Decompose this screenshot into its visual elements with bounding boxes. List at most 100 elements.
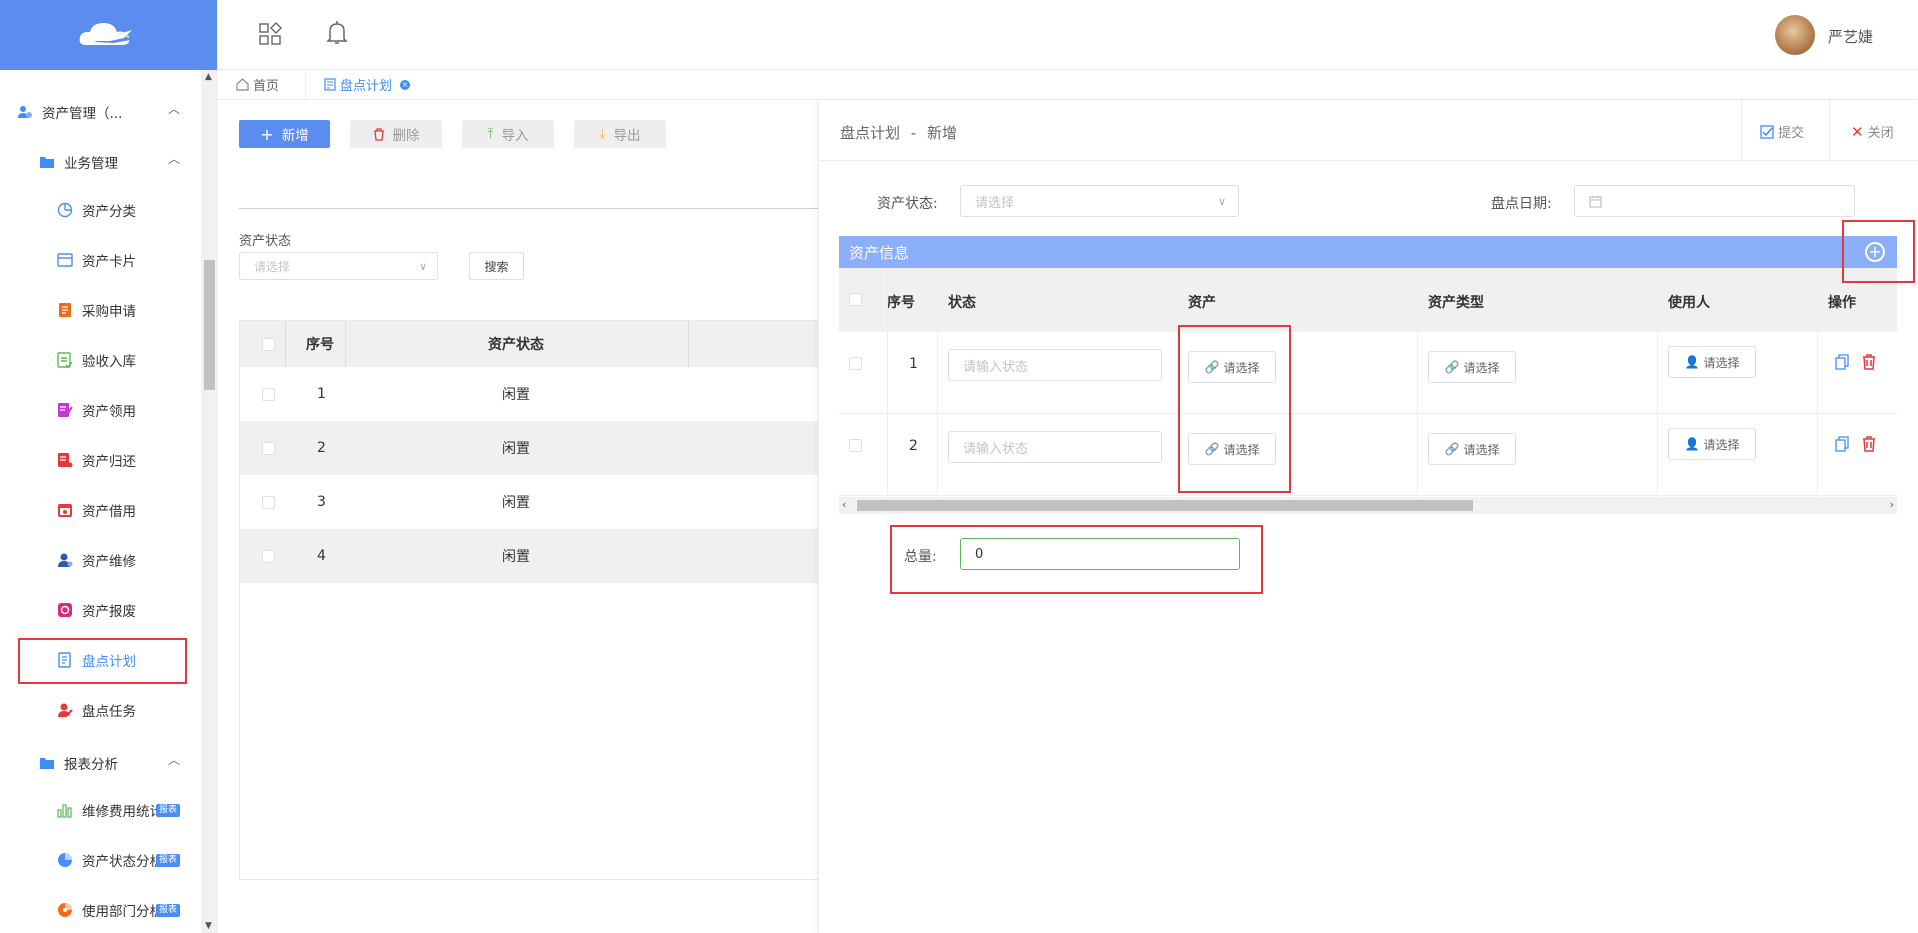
tab-bar: 首页 盘点计划 ×: [218, 69, 1918, 100]
type-select-button[interactable]: 🔗 请选择: [1428, 351, 1516, 383]
chevron-up-icon[interactable]: ︿: [168, 100, 180, 117]
search-button[interactable]: 搜索: [469, 252, 524, 280]
status-select[interactable]: 请选择 ∨: [960, 185, 1239, 217]
trash-icon[interactable]: [1862, 436, 1876, 452]
pick-label: 请选择: [1703, 437, 1740, 452]
sidebar-item-label: 资产维修: [82, 554, 136, 570]
doc-icon: [324, 78, 336, 91]
drawer-header: 盘点计划 - 新增 提交 ✕ 关闭: [819, 100, 1918, 161]
sidebar-item-repair[interactable]: 资产维修: [56, 548, 136, 572]
scroll-left-icon[interactable]: ‹: [842, 498, 846, 511]
scrollbar-thumb[interactable]: [204, 260, 215, 390]
sidebar-item-label: 资产领用: [82, 404, 136, 420]
row-checkbox[interactable]: [262, 495, 275, 509]
sidebar-item-requisition[interactable]: 资产领用: [56, 398, 136, 422]
table-row[interactable]: 4 闲置: [240, 529, 820, 583]
user-select-button[interactable]: 👤 请选择: [1668, 428, 1756, 460]
row-seq: 3: [317, 494, 326, 510]
sidebar-item-status-analysis[interactable]: 资产状态分析 报表: [56, 848, 181, 872]
asset-grid-header: 序号 状态 资产 资产类型 使用人 操作: [839, 268, 1897, 332]
select-all-checkbox[interactable]: [262, 338, 275, 351]
row-checkbox[interactable]: [262, 387, 275, 401]
folder-icon: [38, 754, 56, 772]
apps-grid-icon[interactable]: [258, 22, 282, 46]
top-header: 严艺婕: [218, 0, 1918, 70]
user-select-button[interactable]: 👤 请选择: [1668, 346, 1756, 378]
pick-label: 请选择: [1463, 442, 1500, 457]
tab-home[interactable]: 首页: [218, 70, 297, 100]
table-row[interactable]: 3 闲置: [240, 475, 820, 529]
delete-button[interactable]: 删除: [350, 120, 442, 148]
trash-icon: [373, 127, 385, 141]
logo[interactable]: [0, 0, 217, 70]
scroll-down-icon[interactable]: ▼: [205, 921, 212, 931]
folder-icon: [38, 153, 56, 171]
chevron-up-icon[interactable]: ︿: [168, 150, 180, 167]
status-filter-select[interactable]: 请选择 ∨: [239, 252, 438, 280]
sidebar-item-repair-cost[interactable]: 维修费用统计 报表: [56, 798, 181, 822]
checklist-icon: [56, 351, 74, 369]
sidebar-item-department-analysis[interactable]: 使用部门分析 报表: [56, 898, 181, 922]
sidebar-item-return[interactable]: 资产归还: [56, 448, 136, 472]
sidebar-item-purchase[interactable]: 采购申请: [56, 298, 136, 322]
user-name[interactable]: 严艺婕: [1828, 26, 1873, 47]
menu-business[interactable]: 业务管理: [38, 150, 118, 174]
sidebar-item-acceptance[interactable]: 验收入库: [56, 348, 136, 372]
row-checkbox[interactable]: [262, 441, 275, 455]
highlight-box: [1842, 220, 1915, 283]
table-row[interactable]: 1 闲置: [240, 367, 820, 421]
tab-inventory-plan[interactable]: 盘点计划 ×: [305, 69, 428, 100]
sidebar-item-label: 资产报废: [82, 604, 136, 620]
select-all-checkbox[interactable]: [849, 293, 862, 306]
chevron-up-icon[interactable]: ︿: [168, 751, 180, 768]
table-row[interactable]: 2 闲置: [240, 421, 820, 475]
add-drawer: 盘点计划 - 新增 提交 ✕ 关闭: [818, 100, 1918, 933]
menu-reports[interactable]: 报表分析: [38, 751, 118, 775]
col-type: 资产类型: [1428, 295, 1484, 311]
report-badge: 报表: [156, 903, 181, 917]
repair-user-icon: [56, 551, 74, 569]
table-row[interactable]: 2 请输入状态 🔗 请选择 🔗 请选择 👤 请选择: [839, 414, 1897, 496]
state-input[interactable]: 请输入状态: [948, 431, 1162, 463]
chevron-down-icon: ∨: [418, 259, 427, 273]
section-title: 资产信息: [849, 243, 910, 262]
sidebar-item-scrap[interactable]: 资产报废: [56, 598, 136, 622]
date-picker[interactable]: [1574, 185, 1855, 217]
copy-icon[interactable]: [1835, 354, 1849, 370]
col-user: 使用人: [1668, 295, 1710, 311]
add-button[interactable]: + 新增: [239, 120, 330, 148]
bell-icon[interactable]: [326, 20, 348, 46]
avatar[interactable]: [1775, 15, 1815, 55]
highlight-box: [18, 638, 187, 684]
sidebar-item-borrow[interactable]: 资产借用: [56, 498, 136, 522]
close-button[interactable]: ✕ 关闭: [1851, 122, 1894, 142]
export-button[interactable]: ⤓ 导出: [574, 120, 666, 148]
sidebar-item-asset-category[interactable]: 资产分类: [56, 198, 136, 222]
tab-close-icon[interactable]: ×: [400, 79, 411, 90]
import-button[interactable]: ⤒ 导入: [462, 120, 554, 148]
trash-icon[interactable]: [1862, 354, 1876, 370]
scrollbar-thumb[interactable]: [857, 500, 1473, 511]
row-checkbox[interactable]: [849, 357, 862, 370]
copy-icon[interactable]: [1835, 436, 1849, 452]
sidebar-item-inventory-task[interactable]: 盘点任务: [56, 698, 136, 722]
type-select-button[interactable]: 🔗 请选择: [1428, 433, 1516, 465]
grid-horizontal-scrollbar[interactable]: ‹ ›: [839, 497, 1897, 514]
menu-group-asset-management[interactable]: 资产管理（...: [16, 100, 122, 124]
row-checkbox[interactable]: [262, 549, 275, 563]
scroll-right-icon[interactable]: ›: [1890, 498, 1894, 511]
row-checkbox[interactable]: [849, 439, 862, 452]
col-op: 操作: [1828, 295, 1856, 311]
row-seq: 1: [909, 356, 918, 372]
col-seq: 序号: [306, 337, 334, 353]
sidebar-item-label: 资产分类: [82, 204, 136, 220]
state-input[interactable]: 请输入状态: [948, 349, 1162, 381]
scroll-up-icon[interactable]: ▲: [205, 72, 212, 82]
table-row[interactable]: 1 请输入状态 🔗 请选择 🔗 请选择 👤 请选择: [839, 332, 1897, 414]
link-icon: 🔗: [1444, 360, 1460, 374]
sidebar-item-asset-card[interactable]: 资产卡片: [56, 248, 136, 272]
submit-button[interactable]: 提交: [1760, 122, 1804, 141]
highlight-box: [1178, 325, 1291, 493]
sidebar-scrollbar[interactable]: ▲ ▼: [201, 70, 218, 933]
row-status: 闲置: [502, 441, 530, 457]
